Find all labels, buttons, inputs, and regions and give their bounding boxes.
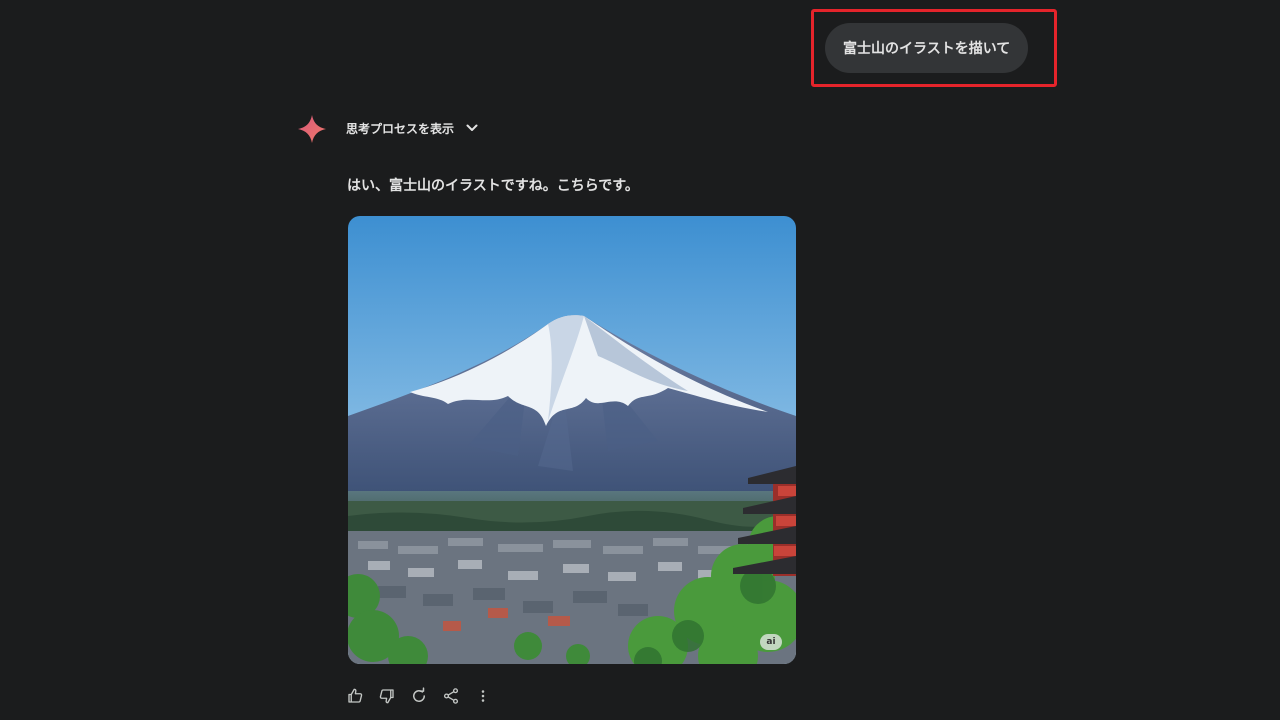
- thumbs-down-button[interactable]: [378, 686, 396, 706]
- more-options-button[interactable]: [474, 686, 492, 706]
- user-message-bubble: 富士山のイラストを描いて: [825, 23, 1029, 73]
- response-text: はい、富士山のイラストですね。こちらです。: [347, 178, 639, 194]
- share-button[interactable]: [442, 686, 460, 706]
- share-icon: [443, 688, 459, 704]
- more-vertical-icon: [481, 690, 485, 702]
- user-message-text: 富士山のイラストを描いて: [843, 41, 1011, 57]
- chevron-down-icon: [466, 124, 478, 131]
- thumbs-up-icon: [348, 688, 363, 703]
- sparkle-icon: [298, 115, 326, 143]
- thumbs-up-button[interactable]: [346, 686, 364, 706]
- regenerate-button[interactable]: [410, 686, 428, 706]
- ai-badge: ai: [760, 634, 782, 650]
- thumbs-down-icon: [379, 689, 394, 704]
- generated-image[interactable]: ai: [348, 216, 796, 664]
- show-thinking-toggle[interactable]: 思考プロセスを表示: [346, 117, 480, 139]
- thinking-toggle-label: 思考プロセスを表示: [346, 121, 455, 136]
- mount-fuji-illustration: [348, 216, 796, 664]
- response-actions: [346, 686, 492, 706]
- refresh-icon: [413, 687, 425, 702]
